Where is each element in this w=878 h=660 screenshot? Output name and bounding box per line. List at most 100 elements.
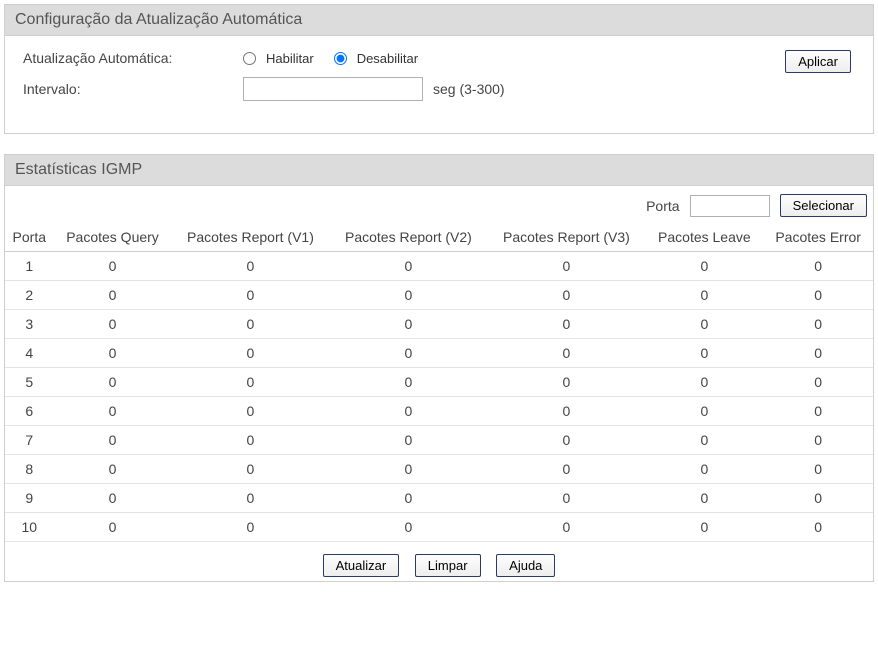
- cell-leave: 0: [645, 339, 763, 368]
- cell-v2: 0: [329, 397, 487, 426]
- interval-suffix: seg (3-300): [433, 81, 505, 97]
- table-header-row: Porta Pacotes Query Pacotes Report (V1) …: [5, 223, 873, 252]
- table-row: 7000000: [5, 426, 873, 455]
- cell-v3: 0: [487, 484, 645, 513]
- cell-port: 1: [5, 252, 54, 281]
- cell-leave: 0: [645, 455, 763, 484]
- cell-error: 0: [763, 513, 873, 542]
- col-v3: Pacotes Report (V3): [487, 223, 645, 252]
- cell-v3: 0: [487, 426, 645, 455]
- interval-input[interactable]: [243, 77, 423, 101]
- cell-query: 0: [54, 281, 172, 310]
- interval-label: Intervalo:: [23, 81, 243, 97]
- table-row: 6000000: [5, 397, 873, 426]
- port-selector-label: Porta: [646, 198, 679, 214]
- cell-error: 0: [763, 426, 873, 455]
- table-row: 3000000: [5, 310, 873, 339]
- cell-v2: 0: [329, 310, 487, 339]
- cell-query: 0: [54, 397, 172, 426]
- refresh-button[interactable]: Atualizar: [323, 554, 400, 577]
- cell-error: 0: [763, 252, 873, 281]
- cell-query: 0: [54, 455, 172, 484]
- cell-v2: 0: [329, 484, 487, 513]
- auto-refresh-header: Configuração da Atualização Automática: [5, 5, 873, 36]
- cell-v3: 0: [487, 455, 645, 484]
- cell-v1: 0: [171, 310, 329, 339]
- cell-v3: 0: [487, 281, 645, 310]
- cell-leave: 0: [645, 252, 763, 281]
- cell-error: 0: [763, 281, 873, 310]
- table-row: 10000000: [5, 513, 873, 542]
- cell-error: 0: [763, 397, 873, 426]
- cell-port: 4: [5, 339, 54, 368]
- col-error: Pacotes Error: [763, 223, 873, 252]
- cell-v2: 0: [329, 252, 487, 281]
- table-row: 1000000: [5, 252, 873, 281]
- cell-v1: 0: [171, 513, 329, 542]
- cell-query: 0: [54, 310, 172, 339]
- select-button[interactable]: Selecionar: [780, 194, 867, 217]
- cell-v1: 0: [171, 397, 329, 426]
- cell-v2: 0: [329, 281, 487, 310]
- cell-query: 0: [54, 368, 172, 397]
- cell-v2: 0: [329, 455, 487, 484]
- interval-row: Intervalo: seg (3-300): [23, 77, 855, 101]
- cell-error: 0: [763, 368, 873, 397]
- table-row: 5000000: [5, 368, 873, 397]
- col-leave: Pacotes Leave: [645, 223, 763, 252]
- auto-refresh-panel: Configuração da Atualização Automática A…: [4, 4, 874, 134]
- cell-error: 0: [763, 339, 873, 368]
- cell-leave: 0: [645, 484, 763, 513]
- port-selector-row: Porta Selecionar: [5, 186, 873, 223]
- cell-v2: 0: [329, 368, 487, 397]
- cell-leave: 0: [645, 281, 763, 310]
- cell-v3: 0: [487, 397, 645, 426]
- igmp-stats-table: Porta Pacotes Query Pacotes Report (V1) …: [5, 223, 873, 542]
- clear-button[interactable]: Limpar: [415, 554, 481, 577]
- apply-wrap: Aplicar: [23, 50, 855, 73]
- cell-error: 0: [763, 310, 873, 339]
- cell-v1: 0: [171, 368, 329, 397]
- table-row: 9000000: [5, 484, 873, 513]
- cell-leave: 0: [645, 513, 763, 542]
- igmp-stats-header: Estatísticas IGMP: [5, 155, 873, 186]
- cell-leave: 0: [645, 397, 763, 426]
- cell-port: 6: [5, 397, 54, 426]
- action-button-row: Atualizar Limpar Ajuda: [5, 542, 873, 581]
- cell-v1: 0: [171, 455, 329, 484]
- cell-port: 2: [5, 281, 54, 310]
- cell-v3: 0: [487, 252, 645, 281]
- cell-leave: 0: [645, 310, 763, 339]
- cell-v1: 0: [171, 484, 329, 513]
- cell-v3: 0: [487, 513, 645, 542]
- cell-query: 0: [54, 339, 172, 368]
- cell-v3: 0: [487, 368, 645, 397]
- cell-v1: 0: [171, 281, 329, 310]
- table-row: 4000000: [5, 339, 873, 368]
- cell-port: 3: [5, 310, 54, 339]
- apply-button[interactable]: Aplicar: [785, 50, 851, 73]
- cell-v1: 0: [171, 339, 329, 368]
- port-selector-input[interactable]: [690, 195, 770, 217]
- table-row: 2000000: [5, 281, 873, 310]
- cell-query: 0: [54, 513, 172, 542]
- cell-v3: 0: [487, 310, 645, 339]
- cell-v3: 0: [487, 339, 645, 368]
- igmp-stats-panel: Estatísticas IGMP Porta Selecionar Porta…: [4, 154, 874, 582]
- col-v1: Pacotes Report (V1): [171, 223, 329, 252]
- cell-v1: 0: [171, 252, 329, 281]
- cell-v2: 0: [329, 339, 487, 368]
- help-button[interactable]: Ajuda: [496, 554, 555, 577]
- cell-port: 10: [5, 513, 54, 542]
- auto-refresh-body: Atualização Automática: Habilitar Desabi…: [5, 36, 873, 133]
- col-query: Pacotes Query: [54, 223, 172, 252]
- cell-query: 0: [54, 426, 172, 455]
- cell-v2: 0: [329, 513, 487, 542]
- cell-v2: 0: [329, 426, 487, 455]
- cell-port: 7: [5, 426, 54, 455]
- cell-leave: 0: [645, 368, 763, 397]
- cell-port: 8: [5, 455, 54, 484]
- cell-query: 0: [54, 484, 172, 513]
- cell-v1: 0: [171, 426, 329, 455]
- cell-port: 5: [5, 368, 54, 397]
